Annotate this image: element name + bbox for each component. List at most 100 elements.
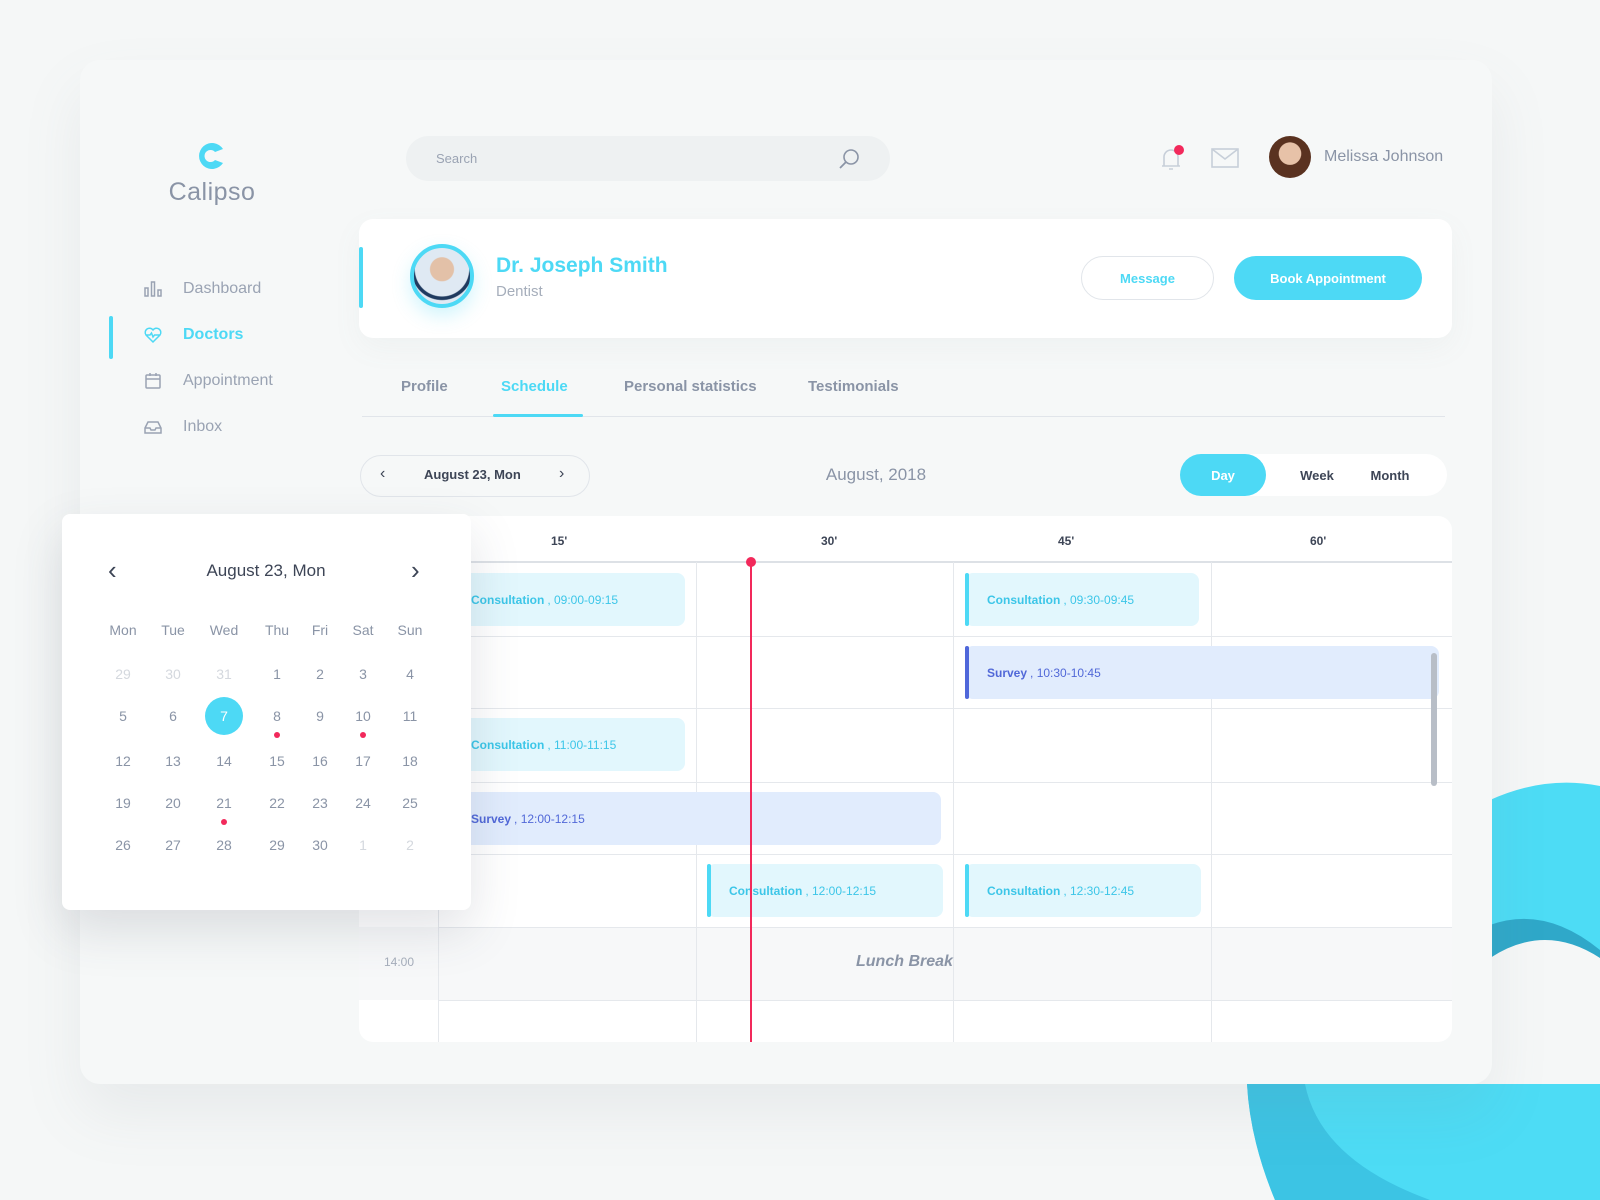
calendar-day[interactable]: 20 (154, 784, 192, 822)
weekday-label: Mon (109, 622, 137, 638)
event-indicator-dot (360, 732, 366, 738)
calendar-day[interactable]: 30 (154, 655, 192, 693)
view-week-button[interactable]: Week (1280, 454, 1354, 496)
calendar-day[interactable]: 19 (104, 784, 142, 822)
calendar-day[interactable]: 12 (104, 742, 142, 780)
sidebar-item-label: Inbox (183, 418, 223, 435)
message-button[interactable]: Message (1081, 256, 1214, 300)
view-day-button[interactable]: Day (1180, 454, 1266, 496)
lunch-break-label: Lunch Break (856, 953, 953, 970)
calendar-day[interactable]: 15 (258, 742, 296, 780)
next-month-chevron-icon[interactable]: › (411, 555, 420, 586)
calendar-day[interactable]: 10 (344, 697, 382, 735)
sidebar-item-dashboard[interactable]: Dashboard (143, 274, 261, 304)
grid-line (438, 854, 1452, 855)
calendar-day[interactable]: 24 (344, 784, 382, 822)
user-name[interactable]: Melissa Johnson (1324, 148, 1443, 166)
calendar-day[interactable]: 2 (391, 826, 429, 864)
event-consultation[interactable]: Consultation, 12:00-12:15 (707, 864, 943, 917)
sidebar-active-indicator (109, 316, 113, 359)
calendar-day[interactable]: 22 (258, 784, 296, 822)
event-consultation[interactable]: Consultation, 12:30-12:45 (965, 864, 1201, 917)
event-consultation[interactable]: Consultation, 09:00-09:15 (449, 573, 685, 626)
event-survey[interactable]: Survey, 12:00-12:15 (449, 792, 941, 845)
user-avatar[interactable] (1269, 136, 1311, 178)
grid-header-line (359, 561, 1452, 563)
calendar-day[interactable]: 30 (301, 826, 339, 864)
calendar-day[interactable]: 25 (391, 784, 429, 822)
calendar-day[interactable]: 14 (205, 742, 243, 780)
brand-name: Calipso (168, 178, 256, 206)
column-header: 30' (821, 534, 838, 548)
tab-profile[interactable]: Profile (401, 378, 448, 395)
sidebar-item-doctors[interactable]: Doctors (143, 320, 243, 350)
calendar-day[interactable]: 9 (301, 697, 339, 735)
tab-testimonials[interactable]: Testimonials (808, 378, 899, 395)
calendar-day-selected[interactable]: 7 (205, 697, 243, 735)
prev-day-chevron-icon[interactable]: ‹ (380, 465, 385, 483)
bell-icon[interactable] (1160, 145, 1184, 173)
doctor-avatar (410, 244, 474, 308)
heart-pulse-icon (144, 327, 162, 344)
current-time-marker (746, 557, 756, 567)
month-label: August, 2018 (825, 465, 927, 484)
mini-calendar-title: August 23, Mon (206, 561, 326, 580)
calendar-day[interactable]: 5 (104, 697, 142, 735)
calendar-day[interactable]: 8 (258, 697, 296, 735)
book-appointment-button[interactable]: Book Appointment (1234, 256, 1422, 300)
event-indicator-dot (221, 819, 227, 825)
bar-chart-icon (144, 281, 162, 297)
event-survey[interactable]: Survey, 10:30-10:45 (965, 646, 1439, 699)
column-header: 45' (1058, 534, 1075, 548)
grid-line (1211, 562, 1212, 1042)
tab-active-underline (493, 414, 583, 417)
calendar-day[interactable]: 18 (391, 742, 429, 780)
calendar-day[interactable]: 4 (391, 655, 429, 693)
calendar-day[interactable]: 1 (258, 655, 296, 693)
calendar-day[interactable]: 17 (344, 742, 382, 780)
column-header: 60' (1310, 534, 1327, 548)
sidebar-item-inbox[interactable]: Inbox (143, 412, 222, 442)
event-consultation[interactable]: Consultation, 11:00-11:15 (449, 718, 685, 771)
notification-badge (1174, 145, 1184, 155)
calendar-day[interactable]: 29 (104, 655, 142, 693)
grid-line (953, 562, 954, 1042)
calendar-day[interactable]: 28 (205, 826, 243, 864)
weekday-label: Sun (397, 622, 423, 638)
prev-month-chevron-icon[interactable]: ‹ (108, 555, 117, 586)
calendar-day[interactable]: 2 (301, 655, 339, 693)
event-consultation[interactable]: Consultation, 09:30-09:45 (965, 573, 1199, 626)
calendar-day[interactable]: 31 (205, 655, 243, 693)
calendar-day[interactable]: 23 (301, 784, 339, 822)
calendar-day[interactable]: 6 (154, 697, 192, 735)
search-input[interactable] (436, 151, 816, 166)
weekday-label: Sat (352, 622, 374, 638)
calendar-day[interactable]: 13 (154, 742, 192, 780)
calendar-day[interactable]: 1 (344, 826, 382, 864)
current-date-label: August 23, Mon (424, 467, 521, 482)
search-bar[interactable] (406, 136, 890, 181)
calendar-day[interactable]: 11 (391, 697, 429, 735)
calendar-day[interactable]: 29 (258, 826, 296, 864)
sidebar-item-label: Dashboard (183, 280, 262, 297)
sidebar-item-appointment[interactable]: Appointment (143, 366, 273, 396)
event-indicator-dot (274, 732, 280, 738)
schedule-scrollbar[interactable] (1431, 653, 1437, 786)
calendar-day[interactable]: 21 (205, 784, 243, 822)
view-month-button[interactable]: Month (1354, 454, 1426, 496)
mail-icon[interactable] (1211, 148, 1239, 168)
inbox-icon (144, 421, 162, 434)
doctor-card-accent (359, 247, 363, 308)
calipso-logo-icon (199, 143, 223, 169)
sidebar-item-label: Doctors (183, 326, 244, 343)
calendar-day[interactable]: 16 (301, 742, 339, 780)
next-day-chevron-icon[interactable]: › (559, 465, 564, 483)
column-header: 15' (551, 534, 568, 548)
calendar-day[interactable]: 27 (154, 826, 192, 864)
tab-schedule[interactable]: Schedule (501, 378, 568, 395)
grid-line (438, 927, 1452, 928)
tab-personal-statistics[interactable]: Personal statistics (624, 378, 757, 395)
search-icon[interactable] (838, 148, 860, 170)
calendar-day[interactable]: 26 (104, 826, 142, 864)
calendar-day[interactable]: 3 (344, 655, 382, 693)
